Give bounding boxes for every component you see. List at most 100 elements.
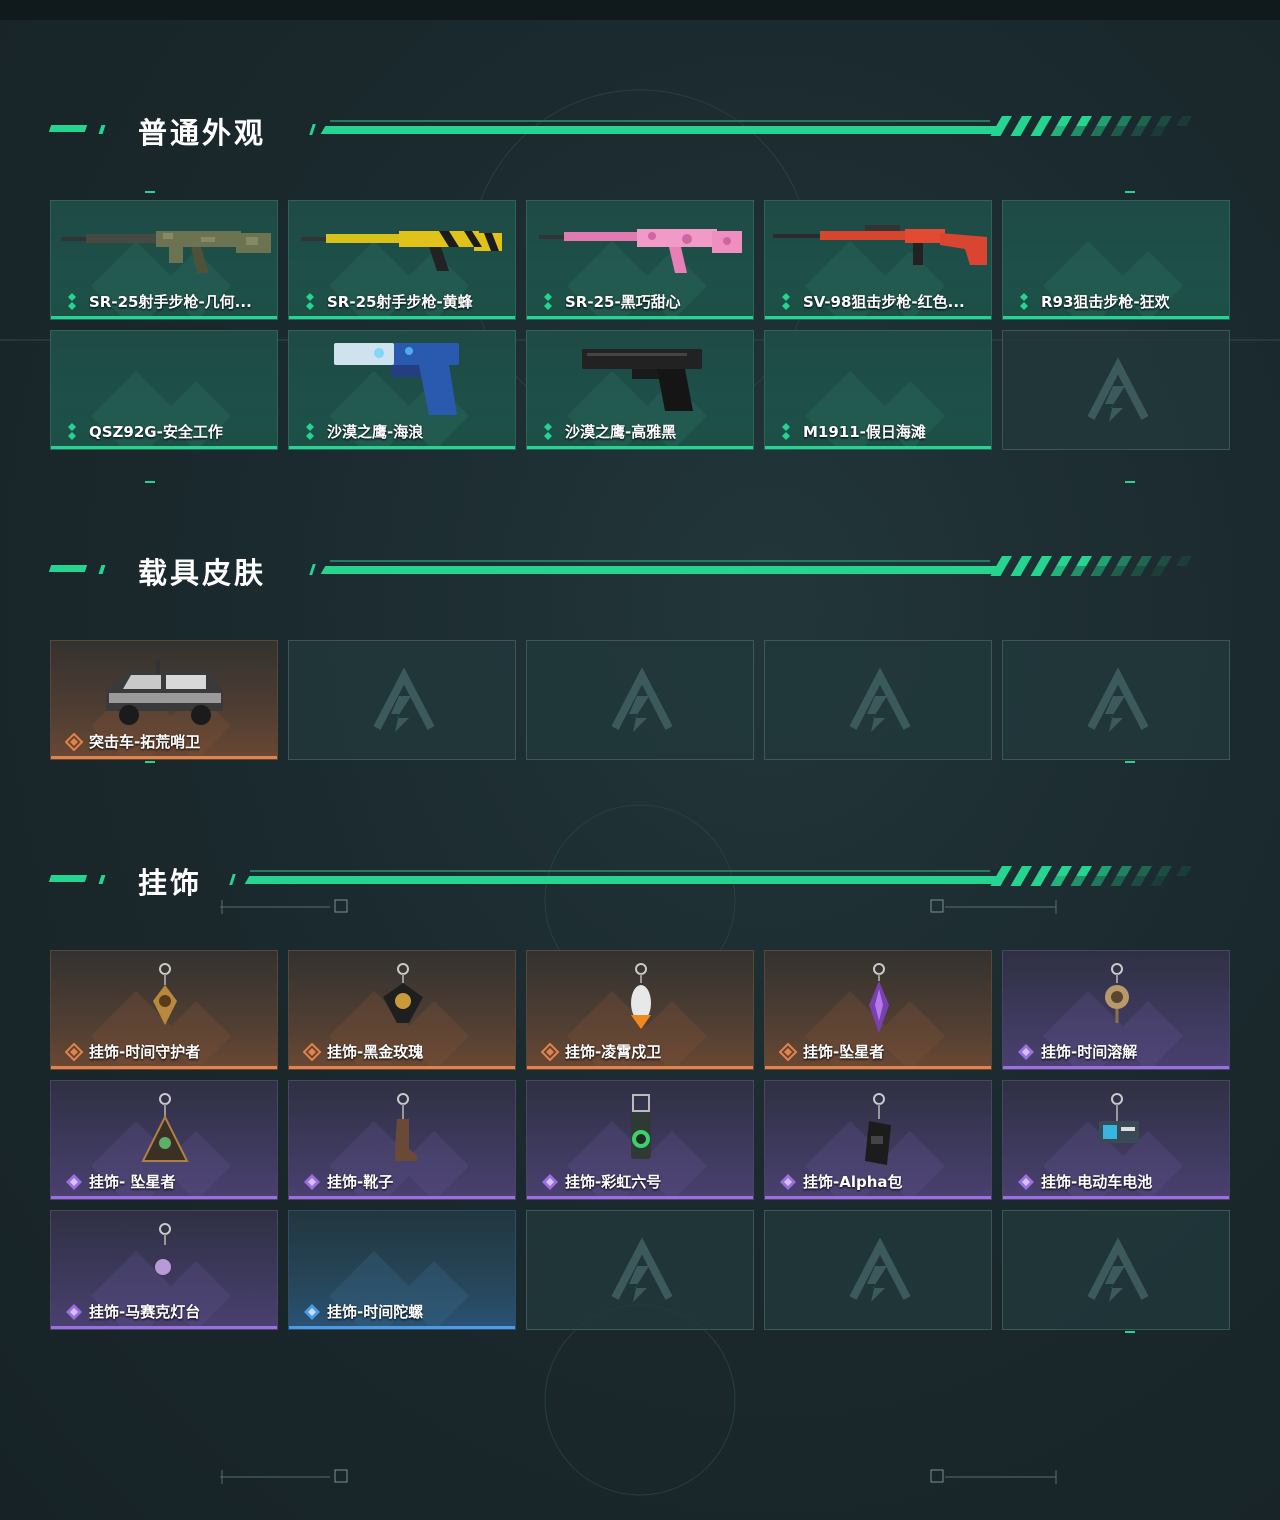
item-label: 挂饰-彩虹六号 bbox=[541, 1171, 661, 1192]
rarity-bar bbox=[1003, 1066, 1229, 1069]
rarity-green-icon bbox=[306, 292, 314, 310]
top-band bbox=[0, 0, 1280, 20]
item-label: SV-98狙击步枪-红色... bbox=[779, 291, 965, 312]
item-card[interactable]: 挂饰-Alpha包 bbox=[764, 1080, 992, 1200]
section-title-vehicle-skins: 载具皮肤 bbox=[138, 556, 267, 590]
item-label: M1911-假日海滩 bbox=[779, 421, 926, 442]
item-card[interactable]: 挂饰-坠星者 bbox=[764, 950, 992, 1070]
item-name: SR-25射手步枪-黄蜂 bbox=[327, 293, 473, 311]
item-card[interactable]: 沙漠之鹰-高雅黑 bbox=[526, 330, 754, 450]
empty-slot bbox=[288, 640, 516, 760]
rarity-bar bbox=[765, 446, 991, 449]
item-name: 挂饰-黑金玫瑰 bbox=[327, 1043, 424, 1061]
game-logo-icon bbox=[849, 667, 911, 732]
rarity-purple-icon bbox=[66, 1303, 82, 1320]
rarity-orange-icon bbox=[541, 1042, 560, 1061]
item-card[interactable]: SR-25射手步枪-黄蜂 bbox=[288, 200, 516, 320]
item-label: QSZ92G-安全工作 bbox=[65, 421, 223, 442]
item-name: 挂饰- 坠星者 bbox=[89, 1173, 176, 1191]
item-name: 突击车-拓荒哨卫 bbox=[89, 733, 201, 751]
rarity-bar bbox=[51, 1196, 277, 1199]
rifle-icon bbox=[301, 231, 502, 271]
item-label: SR-25射手步枪-几何... bbox=[65, 291, 252, 312]
item-name: 挂饰-彩虹六号 bbox=[565, 1173, 662, 1191]
header-dash bbox=[48, 875, 88, 882]
rarity-green-icon bbox=[1020, 292, 1028, 310]
rarity-bar bbox=[51, 316, 277, 319]
header-thin-line bbox=[330, 560, 990, 562]
charm-icon bbox=[141, 1093, 189, 1162]
item-name: SR-25射手步枪-几何... bbox=[89, 293, 252, 311]
item-card[interactable]: QSZ92G-安全工作 bbox=[50, 330, 278, 450]
rarity-green-icon bbox=[544, 422, 552, 440]
item-card[interactable]: R93狙击步枪-狂欢 bbox=[1002, 200, 1230, 320]
item-name: 挂饰-时间陀螺 bbox=[327, 1303, 424, 1321]
rarity-bar bbox=[51, 1326, 277, 1329]
item-label: 挂饰-Alpha包 bbox=[779, 1171, 903, 1192]
armored-vehicle-icon bbox=[106, 659, 223, 725]
item-card[interactable]: 挂饰-时间陀螺 bbox=[288, 1210, 516, 1330]
header-tick bbox=[98, 565, 106, 574]
rarity-bar bbox=[51, 1066, 277, 1069]
item-name: SR-25-黑巧甜心 bbox=[565, 293, 681, 311]
item-card[interactable]: 挂饰-彩虹六号 bbox=[526, 1080, 754, 1200]
charm-icon bbox=[869, 963, 889, 1033]
item-card[interactable]: 沙漠之鹰-海浪 bbox=[288, 330, 516, 450]
rarity-bar bbox=[289, 446, 515, 449]
item-label: 突击车-拓荒哨卫 bbox=[65, 731, 200, 752]
empty-slot bbox=[764, 1210, 992, 1330]
rarity-bar bbox=[527, 316, 753, 319]
section-header-weapon-skins: 普通外观 bbox=[0, 108, 1280, 150]
section-title-weapon-skins: 普通外观 bbox=[138, 116, 267, 150]
rarity-bar bbox=[289, 1326, 515, 1329]
item-name: QSZ92G-安全工作 bbox=[89, 423, 223, 441]
item-name: SV-98狙击步枪-红色... bbox=[803, 293, 965, 311]
empty-slot bbox=[1002, 330, 1230, 450]
rarity-purple-icon bbox=[1018, 1173, 1034, 1190]
rarity-bar bbox=[51, 756, 277, 759]
item-card[interactable]: SV-98狙击步枪-红色... bbox=[764, 200, 992, 320]
game-logo-icon bbox=[1087, 357, 1149, 422]
item-card[interactable]: 挂饰-时间溶解 bbox=[1002, 950, 1230, 1070]
item-card[interactable]: 挂饰-凌霄戍卫 bbox=[526, 950, 754, 1070]
vehicle-skin-grid: 突击车-拓荒哨卫 bbox=[50, 640, 1230, 760]
rarity-bar bbox=[527, 1196, 753, 1199]
rarity-purple-icon bbox=[780, 1173, 796, 1190]
rifle-icon bbox=[539, 229, 742, 273]
header-bar bbox=[320, 566, 998, 574]
item-card[interactable]: SR-25射手步枪-几何... bbox=[50, 200, 278, 320]
item-card[interactable]: 挂饰-电动车电池 bbox=[1002, 1080, 1230, 1200]
item-card[interactable]: 挂饰- 坠星者 bbox=[50, 1080, 278, 1200]
rarity-green-icon bbox=[306, 422, 314, 440]
rarity-bar bbox=[289, 316, 515, 319]
rarity-bar bbox=[765, 316, 991, 319]
rarity-bar bbox=[1003, 1196, 1229, 1199]
item-card[interactable]: 突击车-拓荒哨卫 bbox=[50, 640, 278, 760]
header-checker-pattern bbox=[990, 116, 1192, 136]
item-card[interactable]: 挂饰-时间守护者 bbox=[50, 950, 278, 1070]
item-name: 挂饰-靴子 bbox=[327, 1173, 394, 1191]
rarity-green-icon bbox=[782, 422, 790, 440]
game-logo-icon bbox=[1087, 667, 1149, 732]
item-card[interactable]: 挂饰-靴子 bbox=[288, 1080, 516, 1200]
sniper-rifle-icon bbox=[773, 225, 987, 265]
header-tick bbox=[309, 124, 316, 135]
item-card[interactable]: SR-25-黑巧甜心 bbox=[526, 200, 754, 320]
item-card[interactable]: M1911-假日海滩 bbox=[764, 330, 992, 450]
item-card[interactable]: 挂饰-马赛克灯台 bbox=[50, 1210, 278, 1330]
charm-icon bbox=[153, 963, 177, 1025]
item-label: 挂饰- 坠星者 bbox=[65, 1171, 175, 1192]
item-label: R93狙击步枪-狂欢 bbox=[1017, 291, 1170, 312]
rarity-bar bbox=[765, 1196, 991, 1199]
rarity-orange-icon bbox=[779, 1042, 798, 1061]
header-dash bbox=[48, 565, 88, 572]
header-thin-line bbox=[330, 120, 990, 122]
item-card[interactable]: 挂饰-黑金玫瑰 bbox=[288, 950, 516, 1070]
rarity-bar bbox=[51, 446, 277, 449]
header-tick bbox=[98, 875, 106, 884]
charm-icon bbox=[1105, 963, 1129, 1023]
section-header-charms: 挂饰 bbox=[0, 858, 1280, 900]
item-label: 挂饰-凌霄戍卫 bbox=[541, 1041, 661, 1062]
game-logo-icon bbox=[611, 1237, 673, 1302]
item-label: 挂饰-马赛克灯台 bbox=[65, 1301, 200, 1322]
